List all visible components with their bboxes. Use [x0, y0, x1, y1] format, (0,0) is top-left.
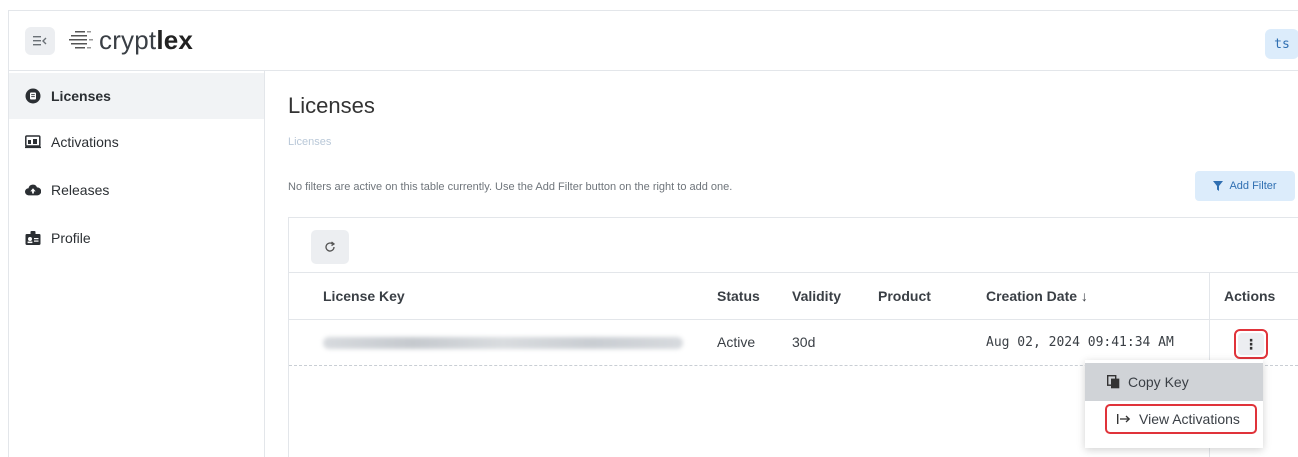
copy-icon: [1107, 375, 1120, 389]
column-header-status[interactable]: Status: [717, 288, 760, 304]
column-header-license-key[interactable]: License Key: [323, 288, 405, 304]
refresh-icon: [325, 241, 336, 252]
user-avatar-button[interactable]: ts: [1265, 29, 1298, 59]
cloud-upload-icon: [25, 182, 41, 198]
add-filter-button[interactable]: Add Filter: [1195, 171, 1295, 201]
arrow-right-to-bar-icon: [1117, 414, 1131, 424]
kebab-menu-icon: ⋮: [1238, 333, 1264, 355]
sidebar-item-label: Licenses: [51, 88, 111, 104]
row-actions-menu: Copy Key View Activations: [1085, 360, 1263, 448]
logo-wordmark: cryptlex: [99, 24, 194, 55]
column-header-creation-date[interactable]: Creation Date ↓: [986, 288, 1088, 304]
breadcrumb[interactable]: Licenses: [288, 136, 331, 148]
activations-icon: [25, 134, 41, 150]
menu-item-view-activations[interactable]: View Activations: [1105, 404, 1257, 434]
license-key-redacted: [323, 337, 683, 349]
menu-item-label: Copy Key: [1128, 374, 1189, 390]
menu-item-copy-key[interactable]: Copy Key: [1085, 363, 1263, 401]
cryptlex-logo-icon: [69, 31, 93, 49]
menu-collapse-icon: [33, 36, 47, 46]
sidebar-toggle-button[interactable]: [25, 27, 55, 55]
column-header-product[interactable]: Product: [878, 288, 931, 304]
creation-date-cell: Aug 02, 2024 09:41:34 AM: [986, 335, 1174, 350]
filter-status-text: No filters are active on this table curr…: [288, 181, 733, 193]
column-header-validity[interactable]: Validity: [792, 288, 841, 304]
id-badge-icon: [25, 230, 41, 246]
page-title: Licenses: [288, 93, 375, 118]
column-header-actions: Actions: [1224, 288, 1276, 304]
sidebar-item-releases[interactable]: Releases: [9, 167, 264, 213]
sidebar: Licenses Activations Releases Profile: [9, 71, 265, 457]
menu-item-label: View Activations: [1139, 411, 1240, 427]
sidebar-item-label: Profile: [51, 230, 91, 246]
cryptlex-logo[interactable]: cryptlex: [69, 23, 193, 57]
filter-icon: [1213, 181, 1224, 191]
sidebar-item-label: Activations: [51, 134, 119, 150]
top-header: cryptlex ts: [9, 11, 1298, 71]
sidebar-item-profile[interactable]: Profile: [9, 215, 264, 261]
table-header: License Key Status Validity Product Crea…: [289, 272, 1298, 320]
sidebar-item-licenses[interactable]: Licenses: [9, 73, 264, 119]
validity-cell: 30d: [792, 334, 816, 350]
sidebar-item-activations[interactable]: Activations: [9, 119, 264, 165]
refresh-button[interactable]: [311, 230, 349, 264]
license-icon: [25, 88, 41, 104]
row-actions-button[interactable]: ⋮: [1234, 329, 1268, 359]
status-cell: Active: [717, 334, 756, 350]
sidebar-item-label: Releases: [51, 182, 110, 198]
add-filter-label: Add Filter: [1229, 180, 1277, 192]
